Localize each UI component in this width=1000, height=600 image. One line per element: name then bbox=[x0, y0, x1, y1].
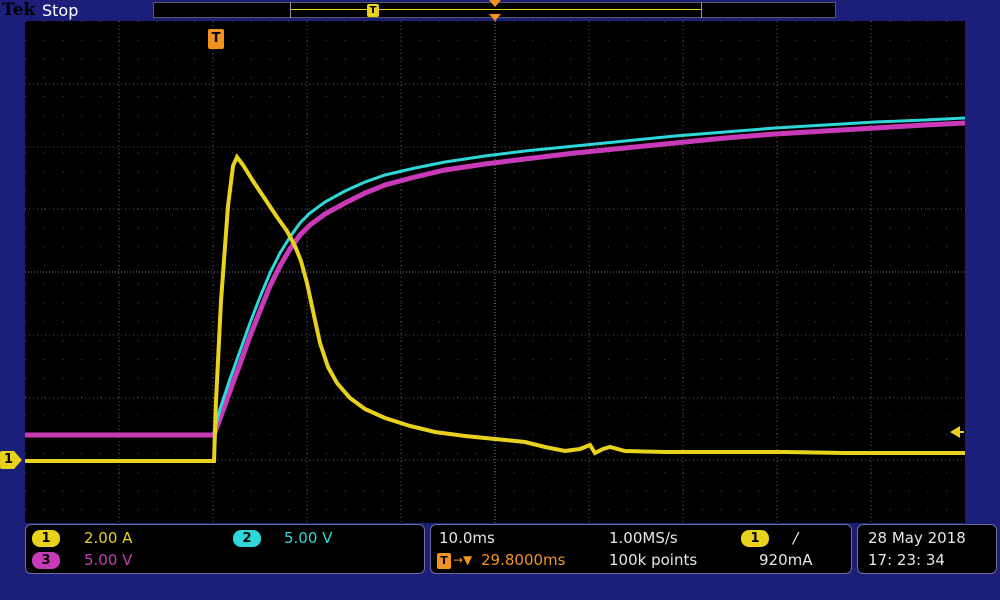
ch1-badge[interactable]: 1 bbox=[32, 530, 60, 547]
left-arrow-icon bbox=[950, 426, 964, 438]
trigger-level-icon[interactable] bbox=[950, 424, 964, 438]
time-readout: 17: 23: 34 bbox=[868, 551, 945, 569]
sample-rate[interactable]: 1.00MS/s bbox=[609, 529, 678, 547]
overview-trigger-icon: T bbox=[367, 4, 379, 17]
overview-expansion-point-icon bbox=[489, 0, 501, 7]
record-view-left-bracket bbox=[290, 2, 291, 18]
time-per-div[interactable]: 10.0ms bbox=[439, 529, 495, 547]
ch3-scale[interactable]: 5.00 V bbox=[84, 551, 132, 569]
record-view-right-bracket bbox=[701, 2, 702, 18]
trigger-source-badge[interactable]: 1 bbox=[741, 530, 769, 547]
waveform-screen[interactable] bbox=[25, 21, 965, 523]
ch1-ground-marker[interactable]: 1 bbox=[0, 451, 22, 469]
acquisition-state[interactable]: Stop bbox=[42, 1, 78, 20]
trigger-position-icon[interactable]: T bbox=[208, 29, 224, 49]
record-view-line bbox=[290, 9, 702, 10]
trigger-position-value[interactable]: 29.8000ms bbox=[481, 551, 565, 569]
horizontal-trigger-panel[interactable]: 10.0ms 1.00MS/s 1 / T →▼ 29.8000ms 100k … bbox=[430, 524, 852, 574]
ch1-ground-marker-label: 1 bbox=[4, 452, 14, 467]
brand-logo: Tek bbox=[2, 0, 36, 20]
waveform-graticule bbox=[25, 21, 965, 523]
status-bar: Tek Stop T bbox=[0, 0, 1000, 21]
trigger-position-badge-icon: T bbox=[437, 553, 451, 569]
record-length[interactable]: 100k points bbox=[609, 551, 697, 569]
ch2-badge[interactable]: 2 bbox=[233, 530, 261, 547]
ch2-scale[interactable]: 5.00 V bbox=[284, 529, 332, 547]
channel-readout-panel[interactable]: 1 2.00 A 2 5.00 V 3 5.00 V bbox=[25, 524, 425, 574]
trigger-level[interactable]: 920mA bbox=[759, 551, 813, 569]
ch3-badge[interactable]: 3 bbox=[32, 552, 60, 569]
datetime-panel: 28 May 2018 17: 23: 34 bbox=[857, 524, 997, 574]
rising-edge-icon[interactable]: / bbox=[793, 529, 798, 547]
expansion-point-icon bbox=[489, 14, 501, 21]
trigger-position-arrow-icon: →▼ bbox=[453, 553, 473, 567]
ch1-scale[interactable]: 2.00 A bbox=[84, 529, 132, 547]
date-readout: 28 May 2018 bbox=[868, 529, 966, 547]
